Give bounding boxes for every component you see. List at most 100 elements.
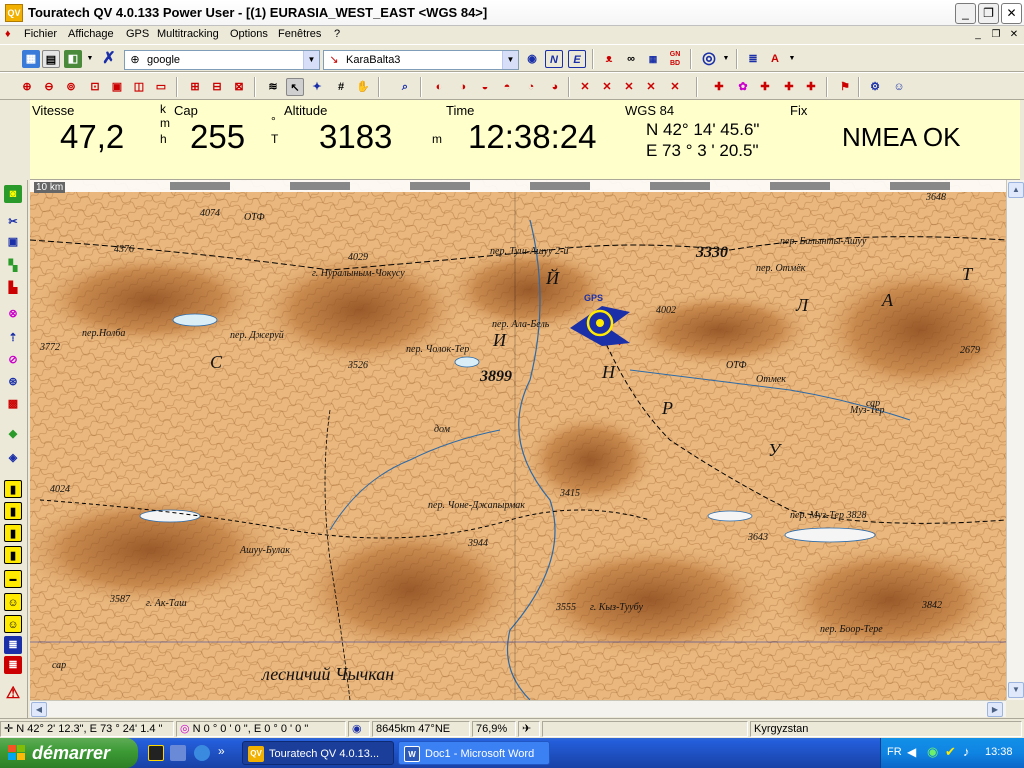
menu-affichage[interactable]: Affichage: [68, 28, 114, 40]
text-dropdown-icon[interactable]: ▼: [788, 50, 796, 68]
tool-icon-5[interactable]: ◈: [4, 449, 22, 467]
menu-options[interactable]: Options: [230, 28, 268, 40]
restore-button[interactable]: ❐: [978, 3, 999, 24]
menu-gps[interactable]: GPS: [126, 28, 149, 40]
remove-point-icon[interactable]: ⊟: [208, 78, 226, 96]
app-icon[interactable]: QV: [5, 4, 23, 22]
chevron-down-icon[interactable]: ▼: [502, 51, 518, 69]
tool-icon-9[interactable]: ▮: [4, 546, 22, 564]
zoom-in-icon[interactable]: ⊕: [18, 78, 36, 96]
scroll-down-icon[interactable]: ▼: [1008, 682, 1024, 698]
measure-icon[interactable]: ✈: [518, 721, 540, 737]
quicklaunch-icon-2[interactable]: [170, 745, 186, 761]
search-map-icon[interactable]: ⌕: [396, 78, 414, 96]
menu-multitracking[interactable]: Multitracking: [157, 28, 219, 40]
waypoint-icon-3[interactable]: ✚: [756, 78, 774, 96]
grid-lines-icon[interactable]: #: [332, 78, 350, 96]
map-view[interactable]: 10 km GPS 4074 ОТФ 4376 4029 г. Нуралыным-Чо…: [30, 180, 1006, 700]
document-icon[interactable]: ♦: [5, 28, 15, 41]
tool-icon-13[interactable]: ≣: [4, 636, 22, 654]
tool-icon-6[interactable]: ▮: [4, 480, 22, 498]
add-point-icon[interactable]: ⊞: [186, 78, 204, 96]
waypoint-icon-1[interactable]: ✚: [710, 78, 728, 96]
settings-icon-1[interactable]: ⚙: [866, 78, 884, 96]
waypoint-icon-2[interactable]: ✿: [734, 78, 752, 96]
tool-icon-4[interactable]: ◆: [4, 425, 22, 443]
list-icon[interactable]: ≣: [744, 50, 762, 68]
track-select[interactable]: ↘ KaraBalta3 ▼: [323, 50, 519, 70]
quicklaunch-more[interactable]: »: [218, 744, 225, 758]
map-source-select[interactable]: ⊕ google ▼: [124, 50, 320, 70]
track-rec-icon[interactable]: ✂: [4, 213, 22, 231]
n-icon[interactable]: N: [545, 50, 563, 68]
e-icon[interactable]: E: [568, 50, 586, 68]
waypoint-icon-5[interactable]: ✚: [802, 78, 820, 96]
tool-icon-7[interactable]: ▮: [4, 502, 22, 520]
track-edit-icon-2[interactable]: ✕: [598, 78, 616, 96]
horizontal-scrollbar[interactable]: ◀ ▶: [30, 700, 1006, 717]
target-dropdown-icon[interactable]: ▼: [722, 50, 730, 68]
tray-network-icon[interactable]: ◉: [927, 744, 938, 760]
route-icon-5[interactable]: ◔: [522, 78, 540, 96]
menu-fichier[interactable]: Fichier: [24, 28, 57, 40]
gps-on-icon[interactable]: ◙: [4, 185, 22, 203]
zoom-page-icon[interactable]: ▭: [152, 78, 170, 96]
route-icon-3[interactable]: ◒: [476, 78, 494, 96]
scroll-right-icon[interactable]: ▶: [987, 702, 1003, 717]
gn-icon[interactable]: GN BD: [666, 50, 684, 68]
upload-icon[interactable]: ⇡: [4, 329, 22, 347]
delete-icon[interactable]: ⊠: [230, 78, 248, 96]
scroll-left-icon[interactable]: ◀: [31, 702, 47, 717]
text-tool-icon[interactable]: A: [766, 50, 784, 68]
save-icon[interactable]: ▤: [42, 50, 60, 68]
tool-icon-3[interactable]: ▩: [4, 395, 22, 413]
task-word[interactable]: W Doc1 - Microsoft Word: [398, 741, 550, 765]
tool-icon-8[interactable]: ▮: [4, 524, 22, 542]
gps-link-icon[interactable]: ᴥ: [600, 50, 618, 68]
tool-icon-14[interactable]: ≣: [4, 656, 22, 674]
zoom-all-icon[interactable]: ◫: [130, 78, 148, 96]
tool-icon-1[interactable]: ⊘: [4, 351, 22, 369]
grid-icon[interactable]: ▦: [644, 50, 662, 68]
layers-stack-icon[interactable]: ≋: [264, 78, 282, 96]
close-map-icon[interactable]: ✗: [100, 50, 118, 68]
waypoint-list-icon[interactable]: ▚: [4, 257, 22, 275]
gps-sync-icon[interactable]: ⊗: [4, 305, 22, 323]
menu-help[interactable]: ?: [334, 28, 340, 40]
open-map-icon[interactable]: ▦: [22, 50, 40, 68]
route-icon-6[interactable]: ◕: [546, 78, 564, 96]
chevron-down-icon[interactable]: ▼: [303, 51, 319, 69]
target-icon[interactable]: ◎: [700, 50, 718, 68]
track-edit-icon-4[interactable]: ✕: [642, 78, 660, 96]
route-icon-2[interactable]: ◑: [454, 78, 472, 96]
route-icon-1[interactable]: ◐: [430, 78, 448, 96]
warning-icon[interactable]: ⚠: [4, 685, 22, 703]
flag-icon[interactable]: ⚑: [836, 78, 854, 96]
zoom-icon[interactable]: ⊚: [62, 78, 80, 96]
compass-icon[interactable]: ✦: [308, 78, 326, 96]
start-button[interactable]: démarrer: [0, 738, 138, 768]
zoom-rect-icon[interactable]: ⊡: [86, 78, 104, 96]
task-touratech[interactable]: QV Touratech QV 4.0.13...: [242, 741, 394, 765]
vertical-scrollbar[interactable]: ▲ ▼: [1006, 180, 1024, 700]
zoom-fit-icon[interactable]: ▣: [108, 78, 126, 96]
route-list-icon[interactable]: ▙: [4, 279, 22, 297]
hand-icon[interactable]: ✋: [354, 78, 372, 96]
waypoint-icon-4[interactable]: ✚: [780, 78, 798, 96]
eye-icon[interactable]: ◉: [523, 50, 541, 68]
tool-icon-10[interactable]: ▬: [4, 570, 22, 588]
quicklaunch-icon-1[interactable]: [148, 745, 164, 761]
track-edit-icon-1[interactable]: ✕: [576, 78, 594, 96]
zoom-out-icon[interactable]: ⊖: [40, 78, 58, 96]
mdi-minimize-button[interactable]: _: [970, 28, 986, 42]
internet-explorer-icon[interactable]: [194, 745, 210, 761]
tool-icon-11[interactable]: ☺: [4, 593, 22, 611]
menu-fenetres[interactable]: Fenêtres: [278, 28, 321, 40]
select-arrow-icon[interactable]: ↖: [286, 78, 304, 96]
scroll-up-icon[interactable]: ▲: [1008, 182, 1024, 198]
tool-icon-2[interactable]: ⊛: [4, 373, 22, 391]
settings-icon-2[interactable]: ☺: [890, 78, 908, 96]
layers-icon[interactable]: ◧: [64, 50, 82, 68]
tray-volume-icon[interactable]: ♪: [963, 744, 970, 759]
track-edit-icon-5[interactable]: ✕: [666, 78, 684, 96]
